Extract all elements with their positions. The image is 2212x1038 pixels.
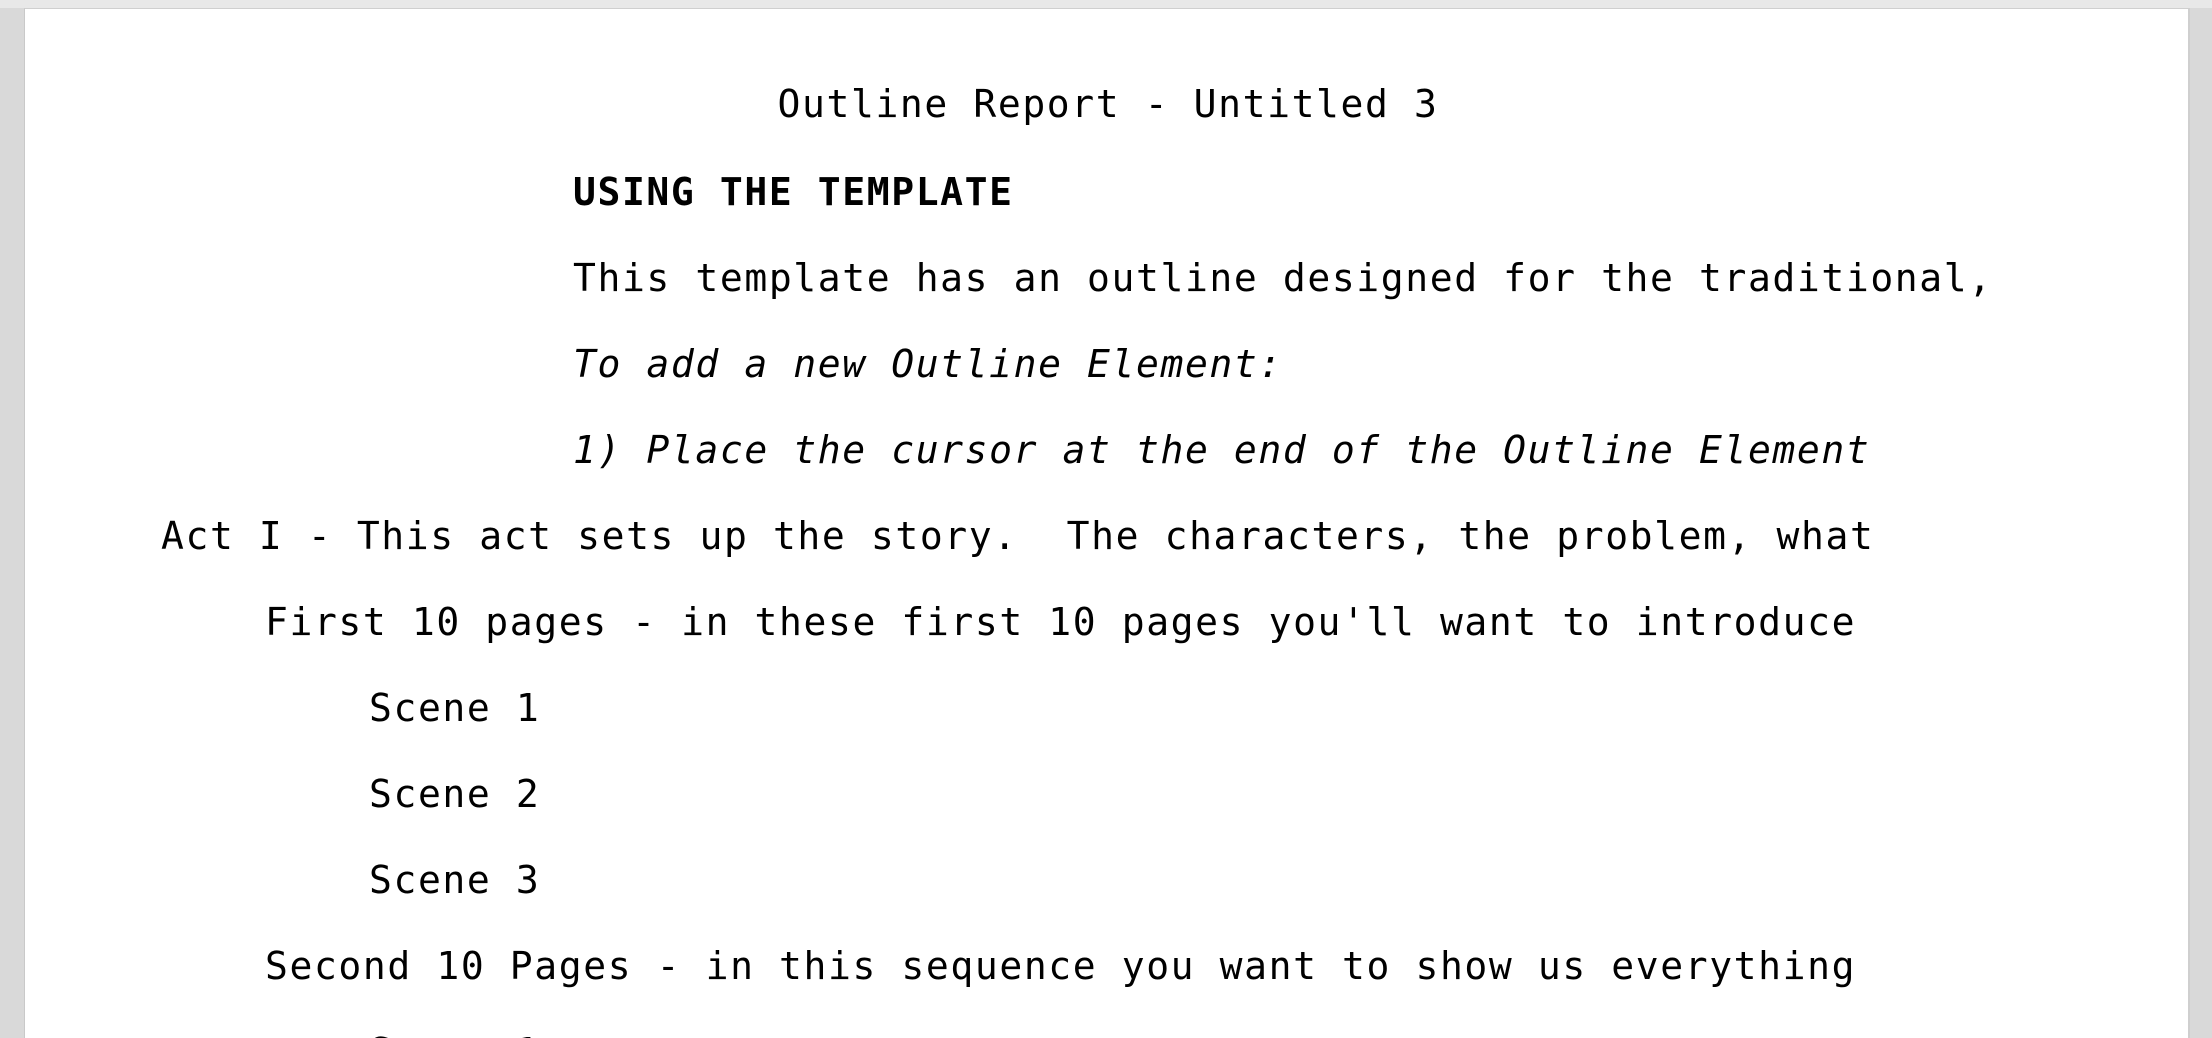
outline-item-scene-3[interactable]: Scene 3	[369, 857, 540, 903]
outline-heading-using-the-template[interactable]: USING THE TEMPLATE	[573, 169, 1014, 215]
outline-item-act-i[interactable]: Act I - This act sets up the story. The …	[161, 513, 1874, 559]
window-top-strip	[0, 0, 2212, 8]
outline-item-scene-1-clipped[interactable]: Scene 1	[369, 1029, 540, 1038]
outline-item-scene-1[interactable]: Scene 1	[369, 685, 540, 731]
document-page[interactable]: Outline Report - Untitled 3 USING THE TE…	[24, 8, 2190, 1038]
desktop-backdrop: Outline Report - Untitled 3 USING THE TE…	[0, 0, 2212, 1038]
outline-report-body: Outline Report - Untitled 3 USING THE TE…	[25, 9, 2190, 1038]
outline-text-step-1[interactable]: 1) Place the cursor at the end of the Ou…	[573, 427, 1870, 473]
outline-item-second-10-pages[interactable]: Second 10 Pages - in this sequence you w…	[265, 943, 1856, 989]
outline-text-add-new-element[interactable]: To add a new Outline Element:	[573, 341, 1283, 387]
page-title: Outline Report - Untitled 3	[777, 82, 1439, 126]
outline-item-scene-2[interactable]: Scene 2	[369, 771, 540, 817]
outline-item-first-10-pages[interactable]: First 10 pages - in these first 10 pages…	[265, 599, 1856, 645]
outline-text-template-description[interactable]: This template has an outline designed fo…	[573, 255, 1993, 301]
